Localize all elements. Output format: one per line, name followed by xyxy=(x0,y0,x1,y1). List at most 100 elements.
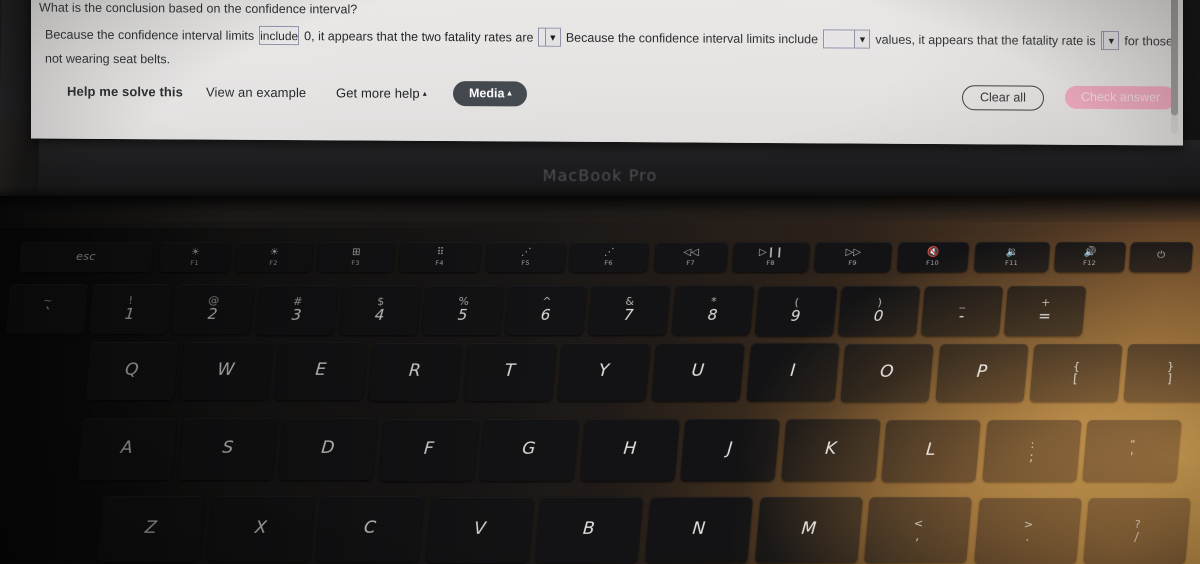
key-2[interactable]: @2 xyxy=(172,284,255,335)
key-period[interactable]: >. xyxy=(973,497,1082,564)
key-M[interactable]: M xyxy=(754,497,863,564)
vertical-scrollbar[interactable] xyxy=(1171,0,1178,134)
key-3[interactable]: #3 xyxy=(255,284,338,335)
key-X[interactable]: X xyxy=(206,496,315,563)
answer-dropdown-4[interactable]: ▼ xyxy=(1100,31,1120,51)
key-f12-volume-up[interactable]: 🔊 F12 xyxy=(1053,242,1127,272)
clear-all-button[interactable]: Clear all xyxy=(962,85,1044,111)
key-esc[interactable]: esc xyxy=(18,242,154,272)
key-label: R xyxy=(408,360,423,381)
key-slash[interactable]: ? / xyxy=(1083,497,1192,564)
key-C[interactable]: C xyxy=(316,496,425,563)
key-f3-mission-control[interactable]: ⊞ F3 xyxy=(316,242,396,272)
key-label: M xyxy=(800,519,818,540)
key-E[interactable]: E xyxy=(274,342,368,401)
key-4[interactable]: $4 xyxy=(338,284,421,335)
key-label: A xyxy=(120,438,134,459)
get-more-help-button[interactable]: Get more help ▴ xyxy=(336,85,427,101)
key-K[interactable]: K xyxy=(780,419,881,482)
key-label: P xyxy=(975,362,988,383)
key-f9-fast-forward[interactable]: ▷▷ F9 xyxy=(813,242,893,272)
key-N[interactable]: N xyxy=(645,497,753,563)
key-label: Q xyxy=(124,360,140,381)
key-][interactable]: }] xyxy=(1123,344,1200,403)
answer-dropdown-3[interactable]: ▼ xyxy=(823,29,871,49)
key-label: 🔇 F10 xyxy=(925,246,940,267)
key-[[interactable]: {[ xyxy=(1029,344,1123,402)
key-B[interactable]: B xyxy=(535,496,644,563)
key-label: X xyxy=(253,518,268,539)
key-O[interactable]: O xyxy=(840,343,934,402)
key-comma[interactable]: <, xyxy=(864,497,973,564)
key-f6-keyboard-backlight-up[interactable]: ⋰ F6 xyxy=(568,242,650,272)
key-=[interactable]: + = xyxy=(1004,286,1087,337)
key-7[interactable]: & 7 xyxy=(588,285,671,336)
key-D[interactable]: D xyxy=(278,418,378,481)
key-W[interactable]: W xyxy=(179,342,273,401)
key-label: ▷❙❙ F8 xyxy=(758,246,784,267)
key--[interactable]: _ - xyxy=(921,285,1004,336)
key-f2-brightness-up[interactable]: ☀ F2 xyxy=(234,242,314,272)
key-power-touchid[interactable]: ⏻ xyxy=(1128,242,1194,272)
key-label: >. xyxy=(1023,517,1034,544)
key-Y[interactable]: Y xyxy=(557,343,651,401)
media-button[interactable]: Media ▴ xyxy=(453,81,528,107)
check-answer-button[interactable]: Check answer xyxy=(1065,85,1177,110)
sentence-fragment-2: 0, it appears that the two fatality rate… xyxy=(304,28,534,45)
key-label: U xyxy=(691,361,706,382)
key-label: E xyxy=(314,360,328,381)
answer-dropdown-2[interactable]: ▼ xyxy=(538,27,561,47)
key-f7-rewind[interactable]: ◁◁ F7 xyxy=(653,242,729,272)
key-quote[interactable]: " ' xyxy=(1082,420,1182,482)
key-J[interactable]: J xyxy=(680,419,780,482)
key-9[interactable]: (9 xyxy=(754,285,837,336)
key-Z[interactable]: Z xyxy=(97,496,205,562)
key-8[interactable]: * 8 xyxy=(671,285,754,336)
view-an-example-button[interactable]: View an example xyxy=(206,85,306,101)
key-H[interactable]: H xyxy=(579,419,680,481)
key-label: G xyxy=(521,439,537,460)
help-me-solve-this-button[interactable]: Help me solve this xyxy=(67,84,183,100)
key-label: % 5 xyxy=(456,294,470,324)
key-G[interactable]: G xyxy=(479,418,579,481)
question-prompt: What is the conclusion based on the conf… xyxy=(39,0,358,17)
key-`[interactable]: ~ ` xyxy=(5,284,89,334)
scrollbar-thumb[interactable] xyxy=(1171,0,1178,116)
key-f10-mute[interactable]: 🔇 F10 xyxy=(896,242,970,272)
key-f4-launchpad[interactable]: ⠿ F4 xyxy=(398,242,482,272)
key-Q[interactable]: Q xyxy=(85,342,179,400)
key-label: T xyxy=(503,361,516,382)
key-label: #3 xyxy=(290,294,303,324)
key-0[interactable]: ) 0 xyxy=(837,285,921,336)
key-S[interactable]: S xyxy=(177,418,278,481)
key-R[interactable]: R xyxy=(368,342,462,401)
key-label: esc xyxy=(75,250,97,264)
key-label: (9 xyxy=(789,295,801,325)
key-I[interactable]: I xyxy=(746,343,840,402)
get-more-help-label: Get more help xyxy=(336,85,420,101)
key-label: ^ 6 xyxy=(540,295,553,325)
answer-field-1[interactable]: include xyxy=(259,25,300,46)
key-label: {[ xyxy=(1072,359,1081,386)
key-U[interactable]: U xyxy=(651,343,745,402)
key-label: ⋰ F5 xyxy=(520,246,532,267)
key-f5-keyboard-backlight-down[interactable]: ⋰ F5 xyxy=(485,242,567,272)
key-f8-play-pause[interactable]: ▷❙❙ F8 xyxy=(731,242,811,272)
key-label: @2 xyxy=(207,294,221,324)
key-A[interactable]: A xyxy=(77,418,177,480)
key-f1-brightness-down[interactable]: ☀ F1 xyxy=(158,242,232,272)
key-P[interactable]: P xyxy=(935,343,1029,402)
key-T[interactable]: T xyxy=(463,342,557,401)
key-6[interactable]: ^ 6 xyxy=(505,285,588,336)
key-L[interactable]: L xyxy=(881,419,981,482)
key-label: N xyxy=(691,519,707,540)
key-f11-volume-down[interactable]: 🔉 F11 xyxy=(973,242,1051,272)
key-label: ⏻ xyxy=(1156,250,1166,261)
key-1[interactable]: ! 1 xyxy=(89,284,172,335)
caret-up-icon: ▴ xyxy=(507,88,512,98)
key-5[interactable]: % 5 xyxy=(421,284,505,335)
key-F[interactable]: F xyxy=(378,418,479,481)
key-V[interactable]: V xyxy=(425,496,534,563)
key-semicolon[interactable]: :; xyxy=(981,419,1082,482)
key-label: C xyxy=(363,518,378,539)
